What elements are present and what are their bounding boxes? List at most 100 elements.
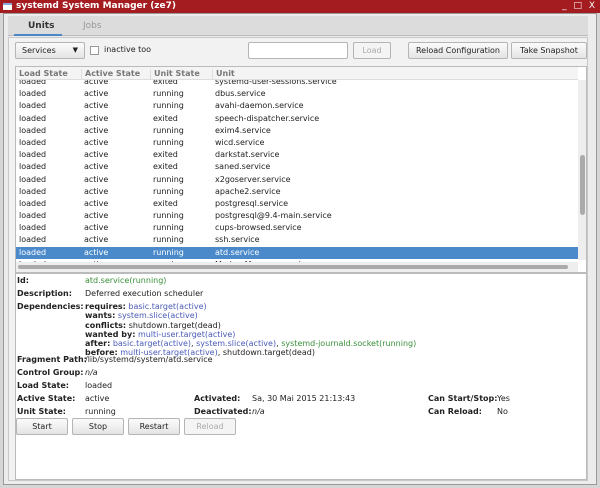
control-group-value: n/a <box>85 368 98 377</box>
active-state-cell: active <box>84 247 109 257</box>
scrollbar-thumb[interactable] <box>18 265 568 269</box>
table-header: Load State Active State Unit State Unit <box>16 67 578 80</box>
description-label: Description: <box>17 289 72 298</box>
table-row[interactable]: loaded active running avahi-daemon.service <box>16 100 578 112</box>
tab-units[interactable]: Units <box>28 21 54 31</box>
id-label: Id: <box>17 276 29 285</box>
table-row[interactable]: loaded active exited darkstat.service <box>16 149 578 161</box>
load-state-cell: loaded <box>19 89 47 99</box>
table-row[interactable]: loaded active running cups-browsed.service <box>16 222 578 234</box>
load-state-cell: loaded <box>19 247 47 257</box>
table-row[interactable]: loaded active running wicd.service <box>16 137 578 149</box>
unit-state-cell: running <box>153 101 184 111</box>
deactivated-label: Deactivated: <box>194 407 252 416</box>
reload-button[interactable]: Reload <box>184 418 236 435</box>
activated-value: Sa, 30 Mai 2015 21:13:43 <box>252 394 356 403</box>
column-header-unit[interactable]: Unit <box>213 69 578 79</box>
unit-name-cell: saned.service <box>215 162 271 172</box>
table-row[interactable]: loaded active running dbus.service <box>16 88 578 100</box>
load-state-cell: loaded <box>19 150 47 160</box>
dependency-link[interactable]: basic.target(active) <box>113 339 191 348</box>
unit-state-cell: exited <box>153 198 178 208</box>
table-row[interactable]: loaded active exited saned.service <box>16 161 578 173</box>
active-state-cell: active <box>84 198 109 208</box>
unit-state-label: Unit State: <box>17 407 66 416</box>
dependency-link[interactable]: systemd-journald.socket(running) <box>281 339 416 348</box>
unit-state-cell: running <box>153 137 184 147</box>
description-value: Deferred execution scheduler <box>85 289 204 298</box>
unit-name-cell: darkstat.service <box>215 150 280 160</box>
unit-state-cell: running <box>153 186 184 196</box>
window-controls[interactable]: _ □ X <box>562 0 597 13</box>
table-row[interactable]: loaded active running postgresql@9.4-main.s… <box>16 210 578 222</box>
dependency-link[interactable]: basic.target(active) <box>128 302 206 311</box>
reload-configuration-button[interactable]: Reload Configuration <box>408 42 508 59</box>
unit-name-cell: dbus.service <box>215 89 266 99</box>
after-label: after: <box>85 339 111 349</box>
vertical-scrollbar[interactable] <box>578 80 586 260</box>
unit-name-input[interactable] <box>248 42 348 59</box>
unit-name-cell: x2goserver.service <box>215 174 291 184</box>
active-tab-indicator <box>14 34 62 36</box>
table-row[interactable]: loaded active running apache2.service <box>16 186 578 198</box>
active-state-cell: active <box>84 101 109 111</box>
can-reload-value: No <box>497 407 508 416</box>
load-state-cell: loaded <box>19 101 47 111</box>
scrollbar-thumb[interactable] <box>580 155 585 215</box>
unit-state-cell: running <box>153 223 184 233</box>
unit-state-cell: exited <box>153 113 178 123</box>
load-state-label: Load State: <box>17 381 69 390</box>
can-reload-label: Can Reload: <box>428 407 482 416</box>
active-state-cell: active <box>84 162 109 172</box>
active-state-cell: active <box>84 150 109 160</box>
load-state-cell: loaded <box>19 198 47 208</box>
table-row[interactable]: loaded active running ssh.service <box>16 234 578 246</box>
load-state-cell: loaded <box>19 113 47 123</box>
dependency-link[interactable]: multi-user.target(active) <box>138 330 235 339</box>
table-body: loaded active exited systemd-user-sessions.… <box>16 76 578 271</box>
unit-state-cell: running <box>153 125 184 135</box>
units-table: loaded active exited systemd-user-sessions.… <box>15 66 587 273</box>
unit-type-dropdown[interactable]: Services ▼ <box>15 42 85 59</box>
unit-details-panel: Id: atd.service(running) Description: De… <box>15 273 587 480</box>
active-state-label: Active State: <box>17 394 76 403</box>
column-header-active-state[interactable]: Active State <box>82 69 151 79</box>
dependency-link[interactable]: system.slice(active) <box>196 339 276 348</box>
dependency-text: shutdown.target(dead) <box>128 320 221 330</box>
active-state-cell: active <box>84 137 109 147</box>
column-header-unit-state[interactable]: Unit State <box>151 69 213 79</box>
unit-state-cell: running <box>153 235 184 245</box>
active-state-cell: active <box>84 113 109 123</box>
wanted-by-label: wanted by: <box>85 329 136 339</box>
dropdown-value: Services <box>22 46 56 55</box>
horizontal-scrollbar[interactable] <box>16 262 578 272</box>
tab-jobs[interactable]: Jobs <box>83 21 102 31</box>
load-button[interactable]: Load <box>353 42 391 59</box>
start-button[interactable]: Start <box>16 418 68 435</box>
dependency-link[interactable]: system.slice(active) <box>118 311 198 320</box>
unit-name-cell: avahi-daemon.service <box>215 101 304 111</box>
id-value[interactable]: atd.service(running) <box>85 276 166 285</box>
unit-state-value: running <box>85 407 116 416</box>
active-state-cell: active <box>84 186 109 196</box>
unit-name-cell: postgresql.service <box>215 198 289 208</box>
table-row[interactable]: loaded active running atd.service <box>16 246 578 259</box>
fragment-path-label: Fragment Path: <box>17 355 87 364</box>
restart-button[interactable]: Restart <box>128 418 180 435</box>
table-row[interactable]: loaded active running x2goserver.service <box>16 174 578 186</box>
active-state-cell: active <box>84 125 109 135</box>
conflicts-label: conflicts: <box>85 320 127 330</box>
chevron-down-icon: ▼ <box>72 46 78 54</box>
table-row[interactable]: loaded active running exim4.service <box>16 125 578 137</box>
column-header-load-state[interactable]: Load State <box>16 69 82 79</box>
table-row[interactable]: loaded active exited postgresql.service <box>16 198 578 210</box>
inactive-too-label: inactive too <box>104 45 152 54</box>
inactive-too-checkbox[interactable] <box>90 46 99 55</box>
take-snapshot-button[interactable]: Take Snapshot <box>511 42 587 59</box>
active-state-cell: active <box>84 211 109 221</box>
stop-button[interactable]: Stop <box>72 418 124 435</box>
unit-name-cell: speech-dispatcher.service <box>215 113 320 123</box>
unit-state-cell: running <box>153 174 184 184</box>
table-row[interactable]: loaded active exited speech-dispatcher.serv… <box>16 113 578 125</box>
load-state-cell: loaded <box>19 211 47 221</box>
